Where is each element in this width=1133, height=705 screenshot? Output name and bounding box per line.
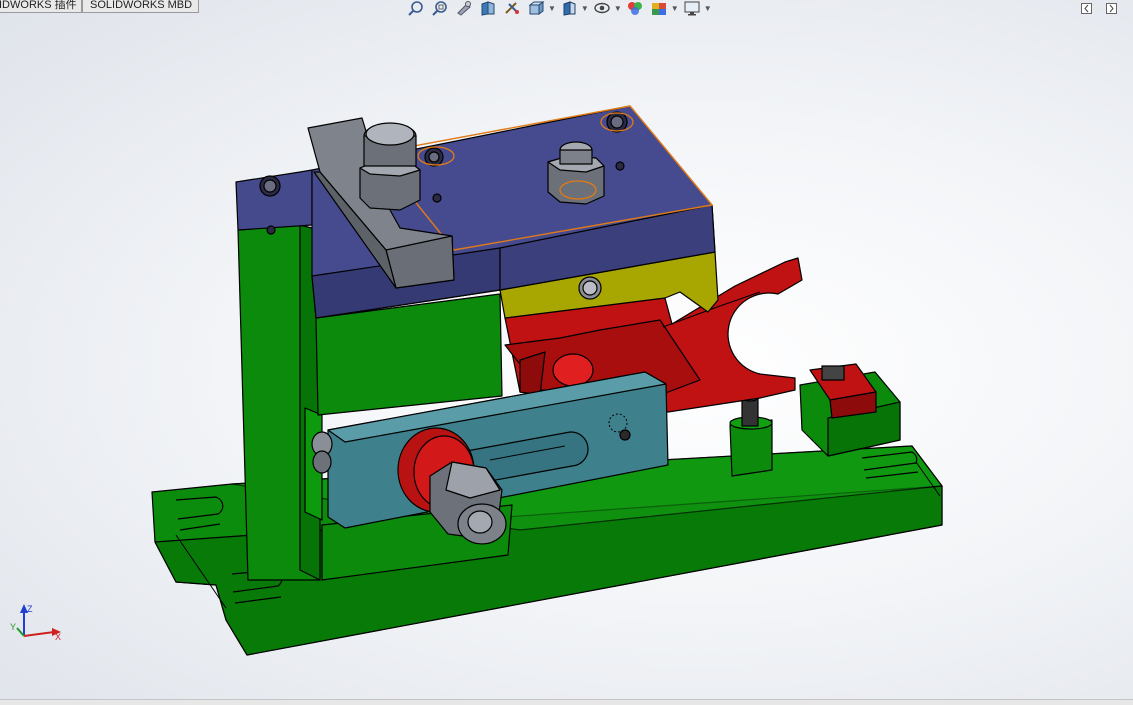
view-orientation-icon[interactable] — [526, 0, 546, 16]
left-upright-block[interactable] — [237, 224, 323, 581]
hide-show-items-icon[interactable] — [592, 0, 612, 16]
maximize-window-icon[interactable] — [1106, 1, 1117, 14]
apply-scene-icon[interactable] — [649, 0, 669, 16]
display-style-icon[interactable] — [559, 0, 579, 16]
triad-x-label: X — [55, 632, 61, 642]
reference-triad: Z X Y — [10, 604, 61, 642]
fixture-assembly-model — [151, 105, 943, 656]
triad-y-label: Y — [10, 622, 16, 632]
zoom-to-fit-icon[interactable] — [406, 0, 426, 16]
previous-view-icon[interactable] — [454, 0, 474, 16]
command-manager-tabs: IDWORKS 插件 SOLIDWORKS MBD — [0, 0, 199, 13]
triad-z-label: Z — [27, 604, 33, 614]
graphics-viewport[interactable]: Z X Y — [0, 0, 1133, 700]
window-controls — [1081, 1, 1117, 14]
view-settings-icon[interactable] — [682, 0, 702, 16]
chevron-down-icon[interactable]: ▼ — [704, 4, 712, 13]
restore-window-icon[interactable] — [1081, 1, 1092, 14]
dynamic-annotation-icon[interactable] — [502, 0, 522, 16]
graphics-area-bottom-border — [0, 699, 1133, 705]
left-guide-rollers[interactable] — [311, 431, 333, 474]
chevron-down-icon[interactable]: ▼ — [548, 4, 556, 13]
chevron-down-icon[interactable]: ▼ — [581, 4, 589, 13]
tab-solidworks-mbd[interactable]: SOLIDWORKS MBD — [82, 0, 199, 13]
triad-y-axis — [16, 627, 25, 637]
heads-up-view-toolbar: ▼ ▼ ▼ ▼ ▼ — [406, 0, 715, 16]
tab-solidworks-addins[interactable]: IDWORKS 插件 — [0, 0, 82, 13]
edit-appearance-icon[interactable] — [625, 0, 645, 16]
chevron-down-icon[interactable]: ▼ — [614, 4, 622, 13]
hex-bolt-left[interactable] — [359, 122, 421, 211]
chevron-down-icon[interactable]: ▼ — [671, 4, 679, 13]
zoom-to-area-icon[interactable] — [430, 0, 450, 16]
section-view-icon[interactable] — [478, 0, 498, 16]
triad-x-axis — [23, 631, 55, 637]
